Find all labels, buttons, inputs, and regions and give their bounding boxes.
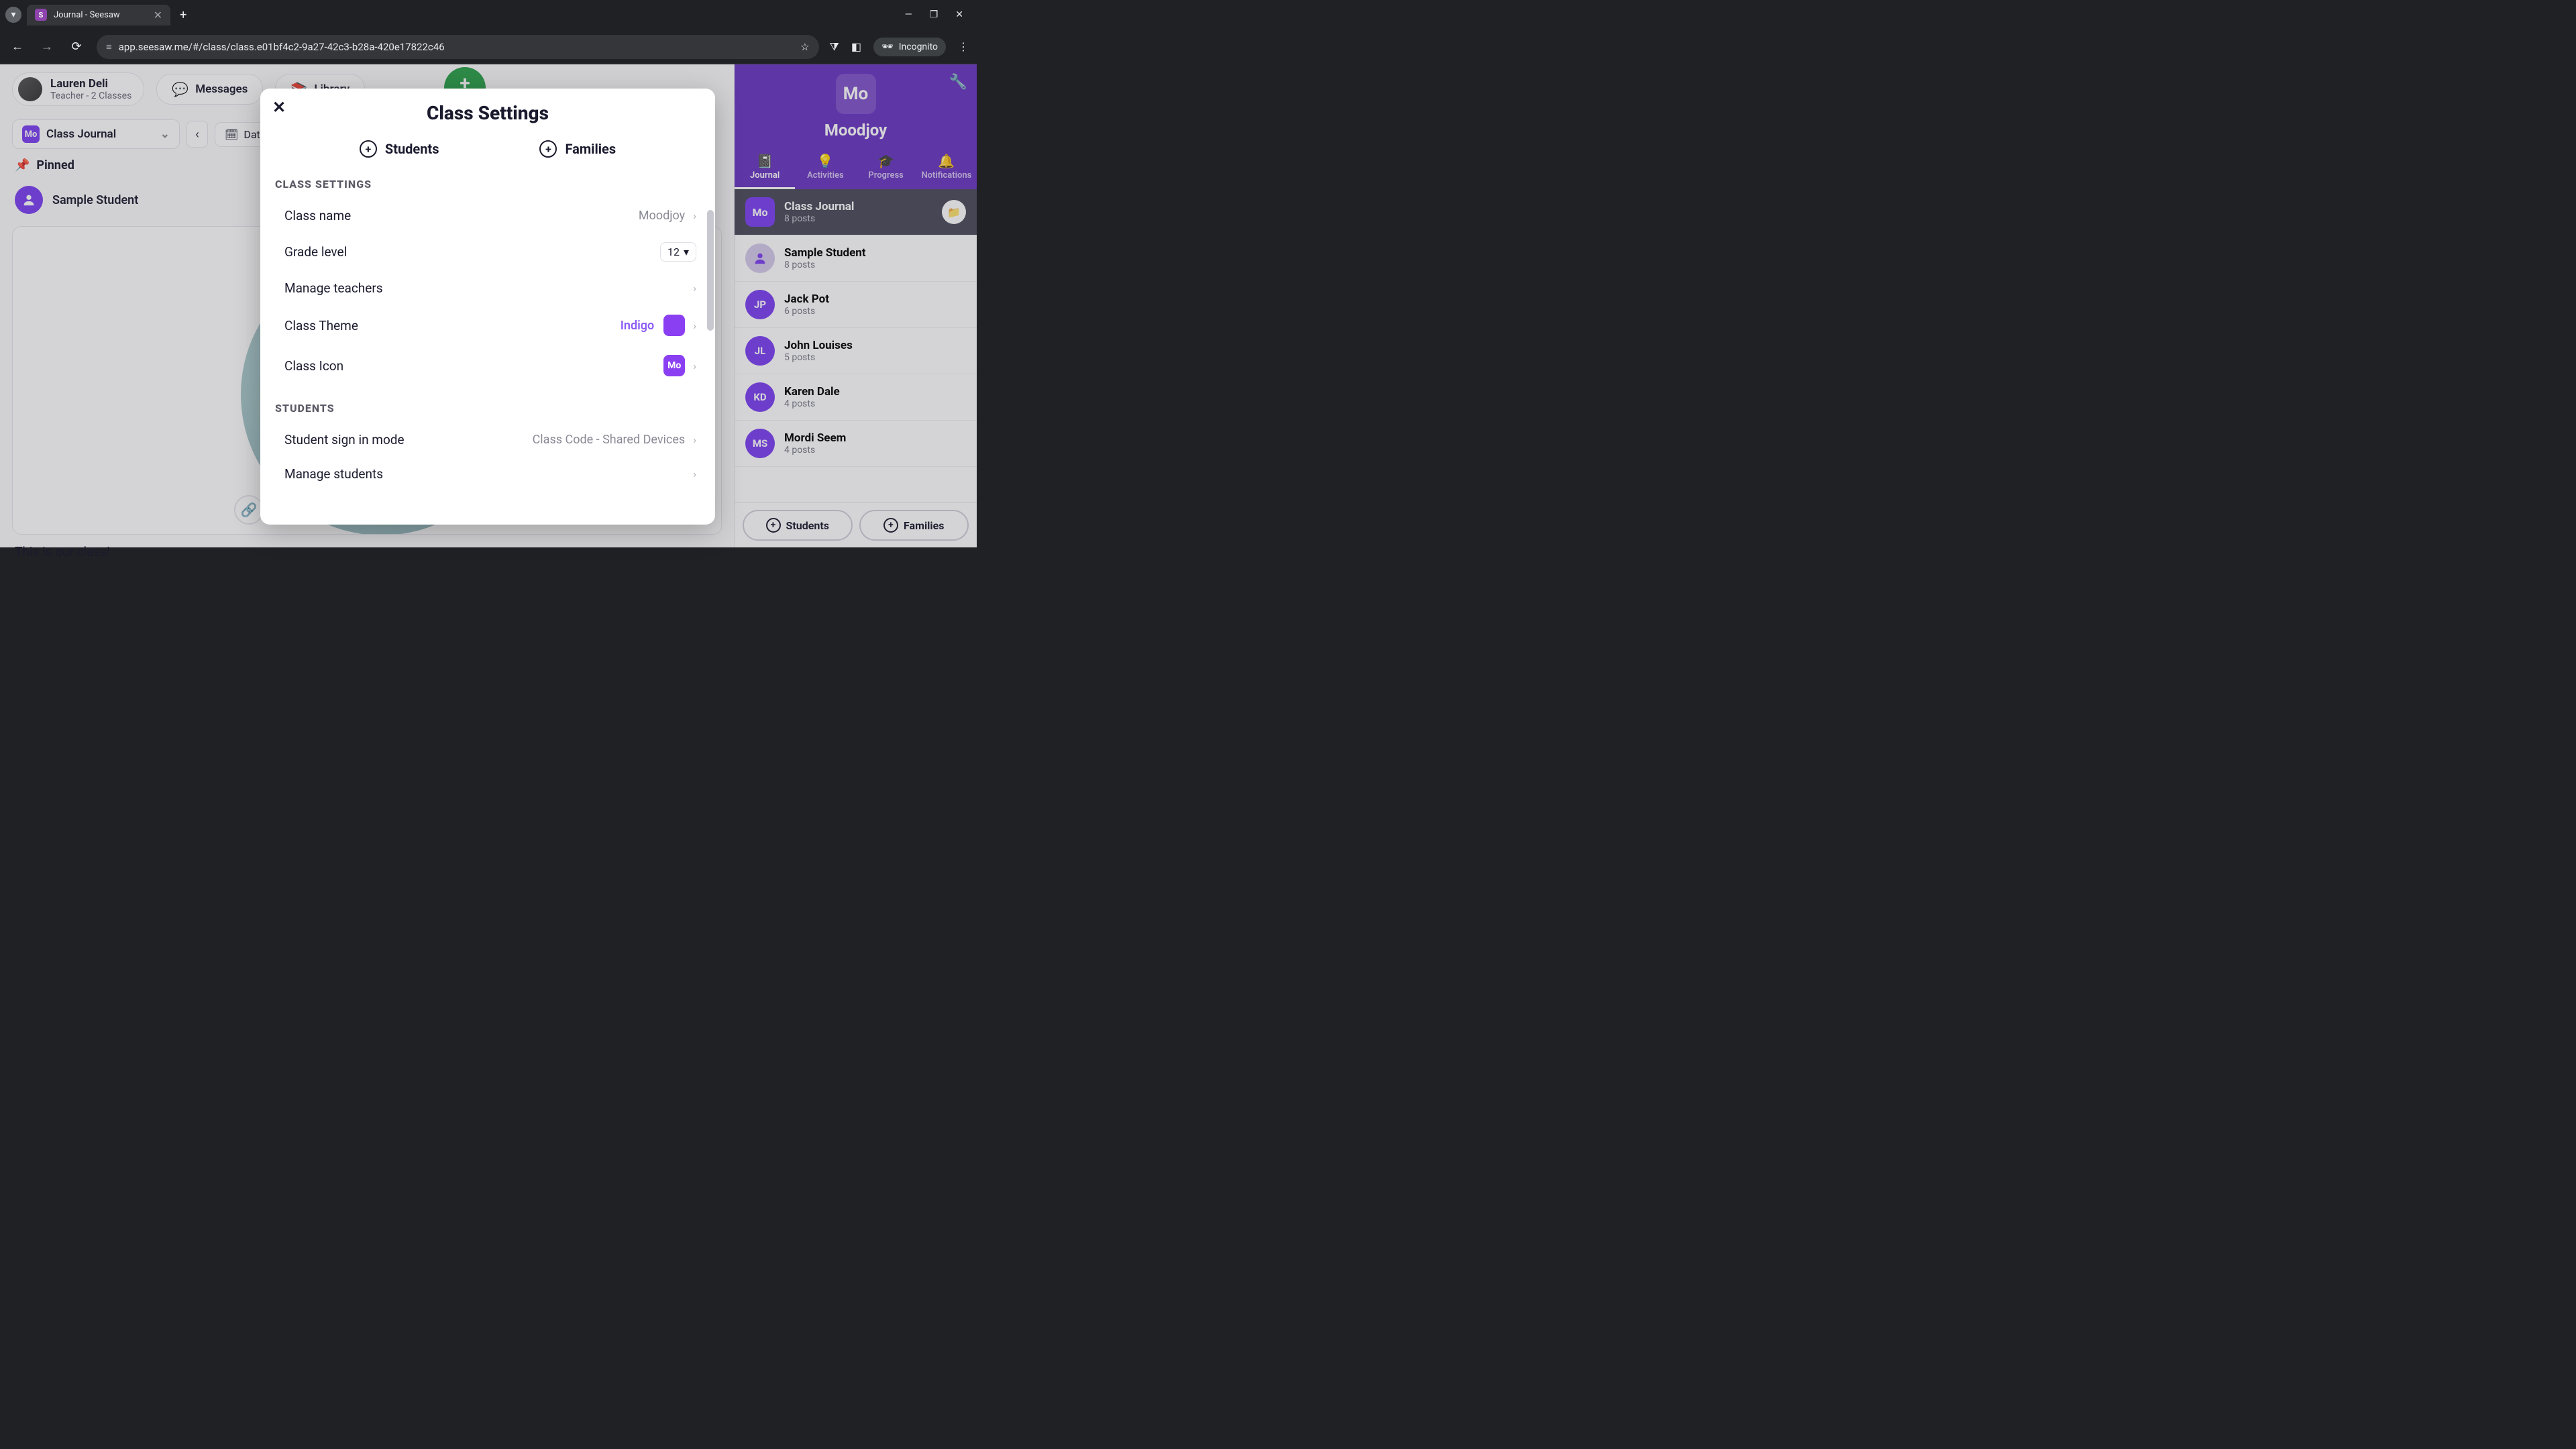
chevron-right-icon: › <box>693 282 696 294</box>
sidepanel-icon[interactable]: ◧ <box>851 40 861 53</box>
row-signin-mode[interactable]: Student sign in mode Class Code - Shared… <box>275 423 700 457</box>
extensions-icon[interactable]: ⧩ <box>830 40 839 54</box>
window-controls: — ❐ ✕ <box>905 9 971 20</box>
forward-icon[interactable]: → <box>38 40 56 54</box>
row-class-name[interactable]: Class name Moodjoy › <box>275 199 700 233</box>
close-icon[interactable]: ✕ <box>272 98 286 117</box>
modal-title: Class Settings <box>260 89 715 136</box>
favicon-icon: S <box>35 9 47 21</box>
scrollbar-thumb[interactable] <box>707 210 714 331</box>
bookmark-icon[interactable]: ☆ <box>800 41 809 53</box>
minimize-icon[interactable]: — <box>905 9 912 20</box>
row-label: Class name <box>284 208 639 223</box>
row-value: Indigo <box>621 319 654 333</box>
nav-right: ⧩ ◧ 🕶 Incognito ⋮ <box>830 38 969 56</box>
chevron-right-icon: › <box>693 319 696 332</box>
search-tabs-icon[interactable]: ▾ <box>5 7 21 23</box>
url-text: app.seesaw.me/#/class/class.e01bf4c2-9a2… <box>119 41 445 53</box>
incognito-label: Incognito <box>899 42 938 52</box>
nav-bar: ← → ⟳ ≡ app.seesaw.me/#/class/class.e01b… <box>0 30 977 64</box>
row-value: Moodjoy <box>639 209 685 223</box>
row-label: Manage students <box>284 466 685 482</box>
tab-bar: ▾ S Journal - Seesaw ✕ + — ❐ ✕ <box>0 0 977 30</box>
color-swatch-icon <box>663 315 685 336</box>
section-class-settings: CLASS SETTINGS <box>275 174 700 199</box>
row-manage-teachers[interactable]: Manage teachers › <box>275 271 700 305</box>
maximize-icon[interactable]: ❐ <box>930 9 938 20</box>
chevron-right-icon: › <box>693 360 696 372</box>
chevron-right-icon: › <box>693 468 696 480</box>
row-label: Class Theme <box>284 318 621 333</box>
row-manage-students[interactable]: Manage students › <box>275 457 700 491</box>
class-settings-modal: ✕ Class Settings +Students +Families CLA… <box>260 89 715 525</box>
class-icon-preview: Mo <box>663 355 685 376</box>
tab-title: Journal - Seesaw <box>54 10 120 20</box>
browser-tab[interactable]: S Journal - Seesaw ✕ <box>27 5 170 25</box>
plus-circle-icon: + <box>360 140 377 158</box>
app-root: Lauren Deli Teacher - 2 Classes 💬 Messag… <box>0 64 977 547</box>
chevron-right-icon: › <box>693 433 696 446</box>
incognito-icon: 🕶 <box>881 42 894 52</box>
modal-tab-students[interactable]: +Students <box>360 140 439 158</box>
close-tab-icon[interactable]: ✕ <box>154 9 162 21</box>
plus-circle-icon: + <box>539 140 557 158</box>
browser-chrome: ▾ S Journal - Seesaw ✕ + — ❐ ✕ ← → ⟳ ≡ a… <box>0 0 977 64</box>
new-tab-button[interactable]: + <box>180 8 186 22</box>
modal-tabs: +Students +Families <box>275 136 700 174</box>
grade-select[interactable]: 12▾ <box>660 242 696 262</box>
row-grade-level[interactable]: Grade level 12▾ <box>275 233 700 271</box>
url-bar[interactable]: ≡ app.seesaw.me/#/class/class.e01bf4c2-9… <box>97 35 819 59</box>
reload-icon[interactable]: ⟳ <box>67 40 86 54</box>
row-class-icon[interactable]: Class Icon Mo › <box>275 345 700 386</box>
close-window-icon[interactable]: ✕ <box>955 9 963 20</box>
row-class-theme[interactable]: Class Theme Indigo › <box>275 305 700 345</box>
row-label: Manage teachers <box>284 280 685 296</box>
chevron-down-icon: ▾ <box>684 246 689 258</box>
modal-tab-families[interactable]: +Families <box>539 140 616 158</box>
site-info-icon[interactable]: ≡ <box>106 41 112 53</box>
back-icon[interactable]: ← <box>8 40 27 54</box>
row-label: Grade level <box>284 244 660 260</box>
chevron-right-icon: › <box>693 209 696 222</box>
modal-body[interactable]: +Students +Families CLASS SETTINGS Class… <box>260 136 715 525</box>
row-label: Student sign in mode <box>284 432 533 447</box>
menu-icon[interactable]: ⋮ <box>958 40 969 53</box>
row-label: Class Icon <box>284 358 654 374</box>
incognito-chip[interactable]: 🕶 Incognito <box>873 38 946 56</box>
row-value: Class Code - Shared Devices <box>533 433 686 447</box>
section-students: STUDENTS <box>275 398 700 423</box>
